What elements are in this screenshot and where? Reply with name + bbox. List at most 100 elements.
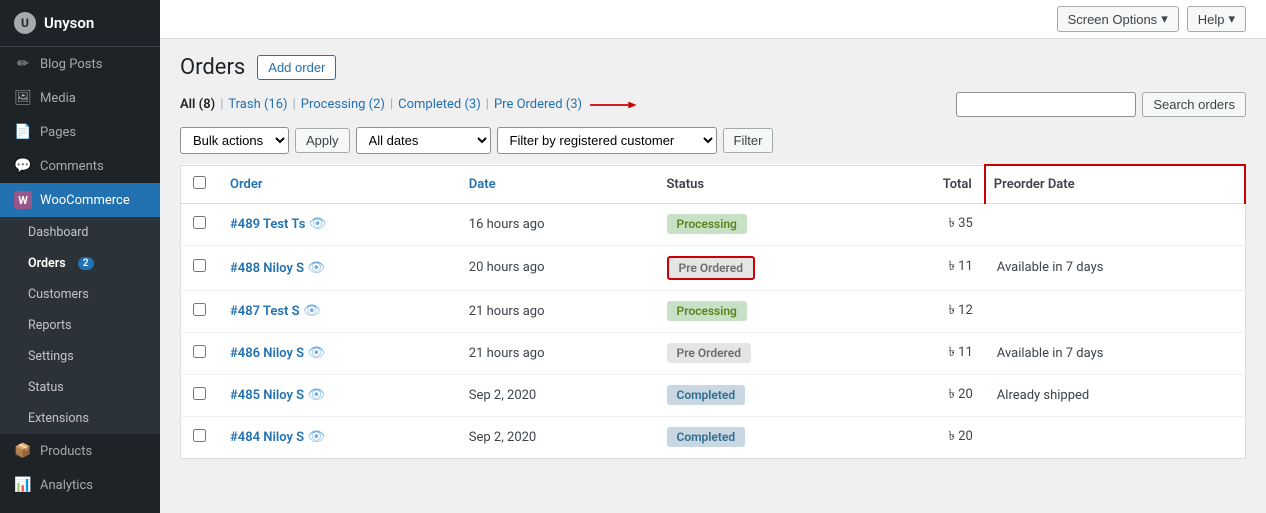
order-link[interactable]: #488 Niloy S — [230, 261, 304, 276]
preorder-date-cell — [985, 203, 1245, 245]
preorder-date-cell: Already shipped — [985, 374, 1245, 416]
dates-select[interactable]: All dates2020September 2020 — [356, 127, 491, 154]
table-row: #489 Test Ts 👁 16 hours ago Processing ৳… — [181, 203, 1246, 245]
order-link[interactable]: #486 Niloy S — [230, 346, 304, 361]
content-area: Orders Add order All (8) | Trash (16) | … — [160, 39, 1266, 513]
bulk-actions-select[interactable]: Bulk actions — [180, 127, 289, 154]
screen-options-button[interactable]: Screen Options ▾ — [1057, 6, 1179, 32]
table-row: #485 Niloy S 👁 Sep 2, 2020 Completed ৳ 2… — [181, 374, 1246, 416]
preview-icon[interactable]: 👁 — [307, 260, 325, 276]
select-all-checkbox[interactable] — [193, 176, 206, 189]
sidebar-item-pages[interactable]: 📄 Pages — [0, 115, 160, 149]
sidebar-item-analytics[interactable]: 📊 Analytics — [0, 468, 160, 502]
preorder-date-cell — [985, 290, 1245, 332]
search-box: Search orders — [956, 92, 1246, 117]
sidebar-item-comments[interactable]: 💬 Comments — [0, 149, 160, 183]
filter-completed-link[interactable]: Completed (3) — [398, 97, 481, 112]
sidebar-item-extensions[interactable]: Extensions — [0, 403, 160, 434]
status-label: Status — [28, 380, 64, 395]
status-header: Status — [655, 165, 878, 203]
row-checkbox-cell[interactable] — [181, 290, 219, 332]
row-checkbox[interactable] — [193, 303, 206, 316]
order-header[interactable]: Order — [218, 165, 457, 203]
row-checkbox[interactable] — [193, 387, 206, 400]
status-cell: Processing — [655, 203, 878, 245]
sidebar-item-label: WooCommerce — [40, 193, 130, 208]
sidebar-item-woocommerce[interactable]: W WooCommerce — [0, 183, 160, 217]
status-badge: Pre Ordered — [667, 343, 751, 363]
main-area: Screen Options ▾ Help ▾ Orders Add order… — [160, 0, 1266, 513]
sidebar-item-products[interactable]: 📦 Products — [0, 434, 160, 468]
order-link[interactable]: #489 Test Ts — [230, 217, 305, 232]
date-header[interactable]: Date — [457, 165, 655, 203]
filter-all-link[interactable]: All (8) — [180, 97, 215, 112]
search-orders-button[interactable]: Search orders — [1142, 92, 1246, 117]
products-icon: 📦 — [14, 442, 32, 460]
row-checkbox-cell[interactable] — [181, 245, 219, 290]
row-checkbox-cell[interactable] — [181, 332, 219, 374]
order-link[interactable]: #485 Niloy S — [230, 388, 304, 403]
apply-button[interactable]: Apply — [295, 128, 350, 153]
total-cell: ৳ 20 — [878, 374, 985, 416]
sidebar-item-reports[interactable]: Reports — [0, 310, 160, 341]
sidebar-item-label: Comments — [40, 159, 104, 174]
logo-icon: U — [14, 12, 36, 34]
filter-links: All (8) | Trash (16) | Processing (2) | … — [180, 97, 956, 113]
filter-trash-link[interactable]: Trash (16) — [228, 97, 287, 112]
preorder-date-header: Preorder Date — [985, 165, 1245, 203]
order-link[interactable]: #484 Niloy S — [230, 430, 304, 445]
status-cell: Pre Ordered — [655, 245, 878, 290]
dashboard-label: Dashboard — [28, 225, 88, 240]
comments-icon: 💬 — [14, 157, 32, 175]
date-cell: 21 hours ago — [457, 290, 655, 332]
filter-processing-link[interactable]: Processing (2) — [301, 97, 385, 112]
preview-icon[interactable]: 👁 — [303, 303, 321, 319]
media-icon: 🖼 — [14, 89, 32, 107]
preview-icon[interactable]: 👁 — [307, 429, 325, 445]
order-link[interactable]: #487 Test S — [230, 304, 300, 319]
date-cell: 21 hours ago — [457, 332, 655, 374]
status-badge: Completed — [667, 427, 746, 447]
sidebar-item-settings[interactable]: Settings — [0, 341, 160, 372]
help-button[interactable]: Help ▾ — [1187, 6, 1246, 32]
sidebar-item-label: Products — [40, 444, 92, 459]
sidebar-item-blog-posts[interactable]: ✏ Blog Posts — [0, 47, 160, 81]
date-cell: 20 hours ago — [457, 245, 655, 290]
date-cell: Sep 2, 2020 — [457, 416, 655, 458]
total-cell: ৳ 12 — [878, 290, 985, 332]
sidebar-item-orders[interactable]: Orders 2 — [0, 248, 160, 279]
total-cell: ৳ 20 — [878, 416, 985, 458]
preorder-date-cell: Available in 7 days — [985, 332, 1245, 374]
sidebar-item-media[interactable]: 🖼 Media — [0, 81, 160, 115]
row-checkbox[interactable] — [193, 259, 206, 272]
filter-customer-select[interactable]: Filter by registered customer — [497, 127, 717, 154]
row-checkbox[interactable] — [193, 216, 206, 229]
preview-icon[interactable]: 👁 — [307, 387, 325, 403]
preview-icon[interactable]: 👁 — [307, 345, 325, 361]
status-badge: Completed — [667, 385, 746, 405]
row-checkbox-cell[interactable] — [181, 416, 219, 458]
filter-button[interactable]: Filter — [723, 128, 774, 153]
pages-icon: 📄 — [14, 123, 32, 141]
status-badge: Processing — [667, 214, 747, 234]
row-checkbox[interactable] — [193, 345, 206, 358]
filter-pre-ordered-link[interactable]: Pre Ordered (3) — [494, 97, 582, 112]
search-input[interactable] — [956, 92, 1136, 117]
order-cell: #488 Niloy S 👁 — [218, 245, 457, 290]
total-cell: ৳ 11 — [878, 245, 985, 290]
orders-label: Orders — [28, 256, 66, 271]
row-checkbox-cell[interactable] — [181, 203, 219, 245]
arrow-indicator — [590, 97, 640, 113]
add-order-button[interactable]: Add order — [257, 55, 336, 80]
preview-icon[interactable]: 👁 — [309, 216, 327, 232]
row-checkbox[interactable] — [193, 429, 206, 442]
select-all-header[interactable] — [181, 165, 219, 203]
reports-label: Reports — [28, 318, 72, 333]
date-cell: 16 hours ago — [457, 203, 655, 245]
sidebar-logo[interactable]: U Unyson — [0, 0, 160, 47]
row-checkbox-cell[interactable] — [181, 374, 219, 416]
sidebar-item-customers[interactable]: Customers — [0, 279, 160, 310]
sidebar-item-status[interactable]: Status — [0, 372, 160, 403]
sidebar-item-dashboard[interactable]: Dashboard — [0, 217, 160, 248]
order-cell: #487 Test S 👁 — [218, 290, 457, 332]
